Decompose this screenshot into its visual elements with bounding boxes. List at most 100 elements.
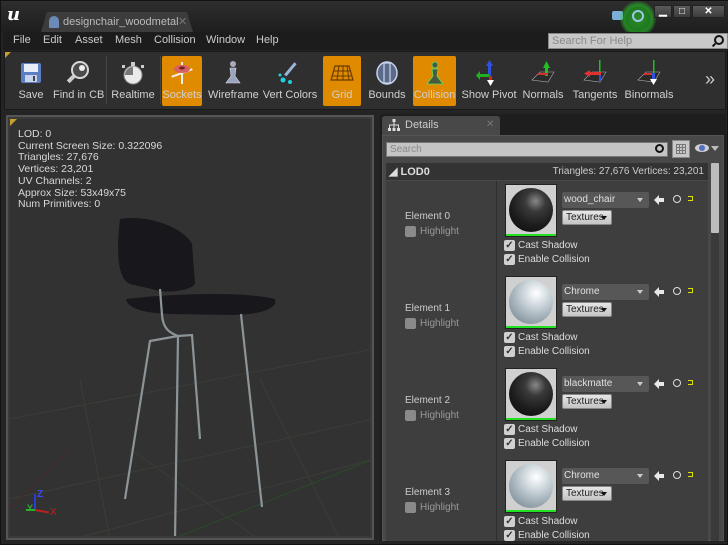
view-options-eye-icon[interactable] xyxy=(695,144,709,152)
grid-button[interactable]: Grid xyxy=(323,56,361,106)
material-thumbnail[interactable] xyxy=(505,276,557,329)
normals-label: Normals xyxy=(522,89,564,101)
reset-to-default-icon[interactable] xyxy=(688,288,693,293)
enable-collision-checkbox[interactable]: ✓ xyxy=(504,438,515,449)
property-matrix-button[interactable] xyxy=(672,140,690,158)
highlight-label: Highlight xyxy=(420,502,459,513)
toolbar-separator xyxy=(160,56,161,104)
material-thumbnail[interactable] xyxy=(505,368,557,421)
textures-dropdown-button[interactable]: Textures xyxy=(562,486,612,501)
maximize-button[interactable]: □ xyxy=(673,5,691,18)
highlight-checkbox[interactable] xyxy=(405,410,416,421)
enable-collision-checkbox[interactable]: ✓ xyxy=(504,530,515,541)
save-button[interactable]: Save xyxy=(12,56,50,106)
browse-magnifier-icon[interactable] xyxy=(673,471,681,479)
reset-to-default-icon[interactable] xyxy=(688,380,693,385)
help-search-input[interactable] xyxy=(549,34,709,48)
details-search-input[interactable] xyxy=(387,143,647,156)
highlight-checkbox[interactable] xyxy=(405,318,416,329)
scrollbar-thumb[interactable] xyxy=(711,163,719,233)
cast-shadow-checkbox[interactable]: ✓ xyxy=(504,516,515,527)
menu-bar: File Edit Asset Mesh Collision Window He… xyxy=(3,32,728,50)
details-tab-close-icon[interactable]: ✕ xyxy=(486,119,494,130)
vert-colors-label: Vert Colors xyxy=(262,89,318,101)
find-in-cb-icon xyxy=(66,61,89,84)
material-thumbnail[interactable] xyxy=(505,184,557,237)
stat-lod: LOD: 0 xyxy=(18,128,52,140)
viewport-scene[interactable]: LOD: 0 Current Screen Size: 0.322096 Tri… xyxy=(10,119,370,536)
close-button[interactable]: ✕ xyxy=(692,5,725,18)
textures-dropdown-button[interactable]: Textures xyxy=(562,394,612,409)
wireframe-icon xyxy=(225,61,241,84)
details-tab[interactable]: Details ✕ xyxy=(382,116,500,135)
use-selected-arrow-icon[interactable] xyxy=(654,287,664,297)
pivot-icon xyxy=(476,60,494,86)
use-selected-arrow-icon[interactable] xyxy=(654,471,664,481)
view-options-caret-icon[interactable] xyxy=(711,146,719,151)
use-selected-arrow-icon[interactable] xyxy=(654,379,664,389)
dropdown-caret-icon xyxy=(601,400,607,404)
collision-label: Collision xyxy=(413,89,456,101)
binormals-button[interactable]: Binormals xyxy=(624,56,674,106)
grid-label: Grid xyxy=(331,89,353,101)
browse-magnifier-icon[interactable] xyxy=(673,379,681,387)
menu-collision[interactable]: Collision xyxy=(154,34,196,46)
binormals-label: Binormals xyxy=(624,89,674,101)
material-elements-list: Element 0 Highlight wood_chair Textures ✓ Cas… xyxy=(386,181,708,541)
material-picker[interactable]: Chrome xyxy=(562,468,649,484)
menu-file[interactable]: File xyxy=(13,34,31,46)
highlight-checkbox[interactable] xyxy=(405,226,416,237)
menu-asset[interactable]: Asset xyxy=(75,34,103,46)
material-thumbnail[interactable] xyxy=(505,460,557,513)
cast-shadow-checkbox[interactable]: ✓ xyxy=(504,332,515,343)
document-tab[interactable]: designchair_woodmetal ✕ xyxy=(41,12,193,32)
details-scrollbar[interactable] xyxy=(711,163,719,541)
material-picker[interactable]: wood_chair xyxy=(562,192,649,208)
cast-shadow-checkbox[interactable]: ✓ xyxy=(504,424,515,435)
wireframe-label: Wireframe xyxy=(208,89,259,101)
details-search-box xyxy=(386,142,668,157)
normals-button[interactable]: Normals xyxy=(520,56,566,106)
grid-view-icon xyxy=(676,144,686,154)
lod-title-text: LOD0 xyxy=(400,166,430,178)
realtime-button[interactable]: Realtime xyxy=(109,56,157,106)
menu-window[interactable]: Window xyxy=(206,34,245,46)
hierarchy-icon xyxy=(388,119,400,131)
menu-edit[interactable]: Edit xyxy=(43,34,62,46)
vert-colors-button[interactable]: Vert Colors xyxy=(261,56,319,106)
textures-dropdown-button[interactable]: Textures xyxy=(562,302,612,317)
enable-collision-checkbox[interactable]: ✓ xyxy=(504,254,515,265)
bounds-button[interactable]: Bounds xyxy=(367,56,407,106)
help-search-box xyxy=(548,33,728,49)
textures-dropdown-button[interactable]: Textures xyxy=(562,210,612,225)
enable-collision-checkbox[interactable]: ✓ xyxy=(504,346,515,357)
material-picker[interactable]: Chrome xyxy=(562,284,649,300)
collision-icon xyxy=(425,61,444,85)
tab-close-icon[interactable]: ✕ xyxy=(178,15,187,28)
collision-button[interactable]: Collision xyxy=(413,56,456,106)
wireframe-button[interactable]: Wireframe xyxy=(208,56,259,106)
show-pivot-button[interactable]: Show Pivot xyxy=(461,56,517,106)
menu-help[interactable]: Help xyxy=(256,34,279,46)
reset-to-default-icon[interactable] xyxy=(688,196,693,201)
search-icon[interactable] xyxy=(714,35,724,45)
browse-magnifier-icon[interactable] xyxy=(673,287,681,295)
reset-to-default-icon[interactable] xyxy=(688,472,693,477)
toolbar-overflow-button[interactable]: » xyxy=(705,69,715,90)
browse-magnifier-icon[interactable] xyxy=(673,195,681,203)
source-control-icon xyxy=(632,10,644,22)
lod-category-header[interactable]: ◢ LOD0 Triangles: 27,676 Vertices: 23,20… xyxy=(386,163,708,180)
material-picker[interactable]: blackmatte xyxy=(562,376,649,392)
sockets-button[interactable]: Sockets xyxy=(162,56,202,106)
minimize-button[interactable]: ▁ xyxy=(654,5,672,18)
cast-shadow-label: Cast Shadow xyxy=(518,240,578,251)
menu-mesh[interactable]: Mesh xyxy=(115,34,142,46)
find-in-cb-button[interactable]: Find in CB xyxy=(53,56,104,106)
viewport[interactable]: LOD: 0 Current Screen Size: 0.322096 Tri… xyxy=(6,115,374,540)
save-label: Save xyxy=(18,89,44,101)
highlight-checkbox[interactable] xyxy=(405,502,416,513)
tangents-button[interactable]: Tangents xyxy=(571,56,619,106)
search-icon[interactable] xyxy=(655,144,664,153)
use-selected-arrow-icon[interactable] xyxy=(654,195,664,205)
cast-shadow-checkbox[interactable]: ✓ xyxy=(504,240,515,251)
